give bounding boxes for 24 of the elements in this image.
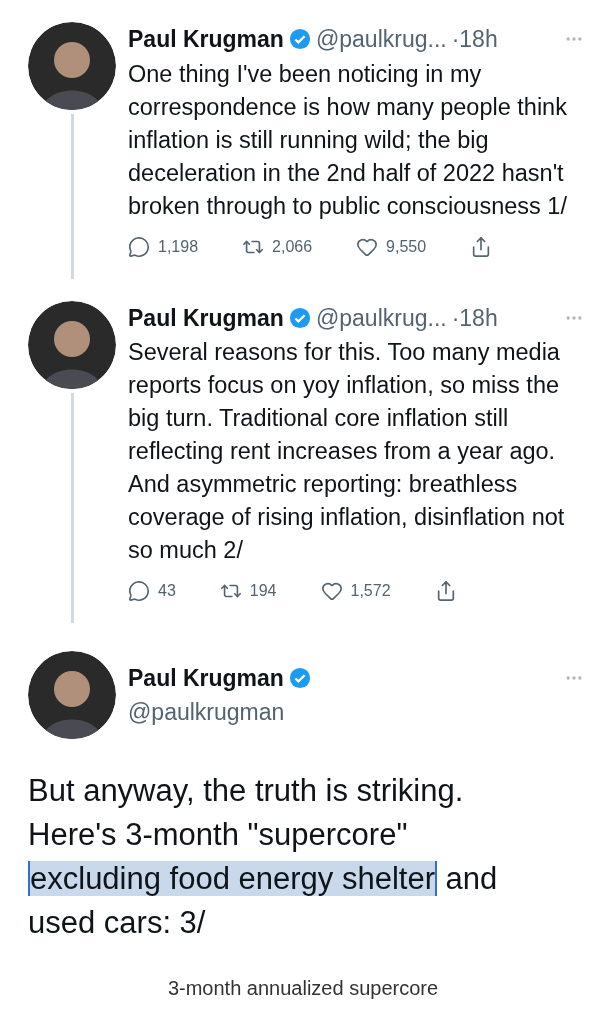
tweet-text: One thing I've been noticing in my correspondence is how many people think inflation is still running wild; the big deceleration in the 2nd half of 2022 hasn't broken through to public consciousness 1/ [128, 59, 568, 221]
avatar[interactable] [28, 22, 116, 110]
tweet-text: But anyway, the truth is striking. Here's 3-month "supercore" excluding food energy shelter and used cars: 3/ [27, 772, 499, 942]
heart-icon [320, 580, 343, 602]
post-time: ·18h [451, 25, 498, 54]
author-name: Paul Krugman [128, 25, 284, 54]
avatar[interactable] [28, 300, 116, 389]
tweet-text: Several reasons for this. Too many media reports focus on yoy inflation, so miss the big turn. Traditional core inflation still reflecting rent increases from a year ago. And asymmetric reporting: breathless coverage of rising inflation, disinflation not so much 2/ [128, 338, 566, 565]
like-button[interactable]: 9,550 [356, 234, 427, 259]
author-handle: @paulkrug... [315, 303, 447, 333]
avatar[interactable] [28, 651, 116, 739]
retweet-button[interactable]: 194 [219, 579, 277, 603]
speech-bubble-icon [128, 580, 150, 602]
author-handle: @paulkrugman [128, 698, 286, 727]
author-name: Paul Krugman [128, 663, 284, 693]
author-handle: @paulkrug... [315, 25, 447, 54]
speech-bubble-icon [128, 235, 150, 258]
like-button[interactable]: 1,572 [320, 579, 391, 603]
reply-button[interactable]: 43 [128, 579, 176, 603]
retweet-button[interactable]: 2,066 [242, 234, 313, 259]
reply-button[interactable]: 1,198 [128, 234, 199, 259]
post-time: ·18h [451, 303, 498, 333]
chart-title: 3-month annualized supercore [167, 976, 439, 1001]
author-name: Paul Krugman [128, 303, 284, 333]
